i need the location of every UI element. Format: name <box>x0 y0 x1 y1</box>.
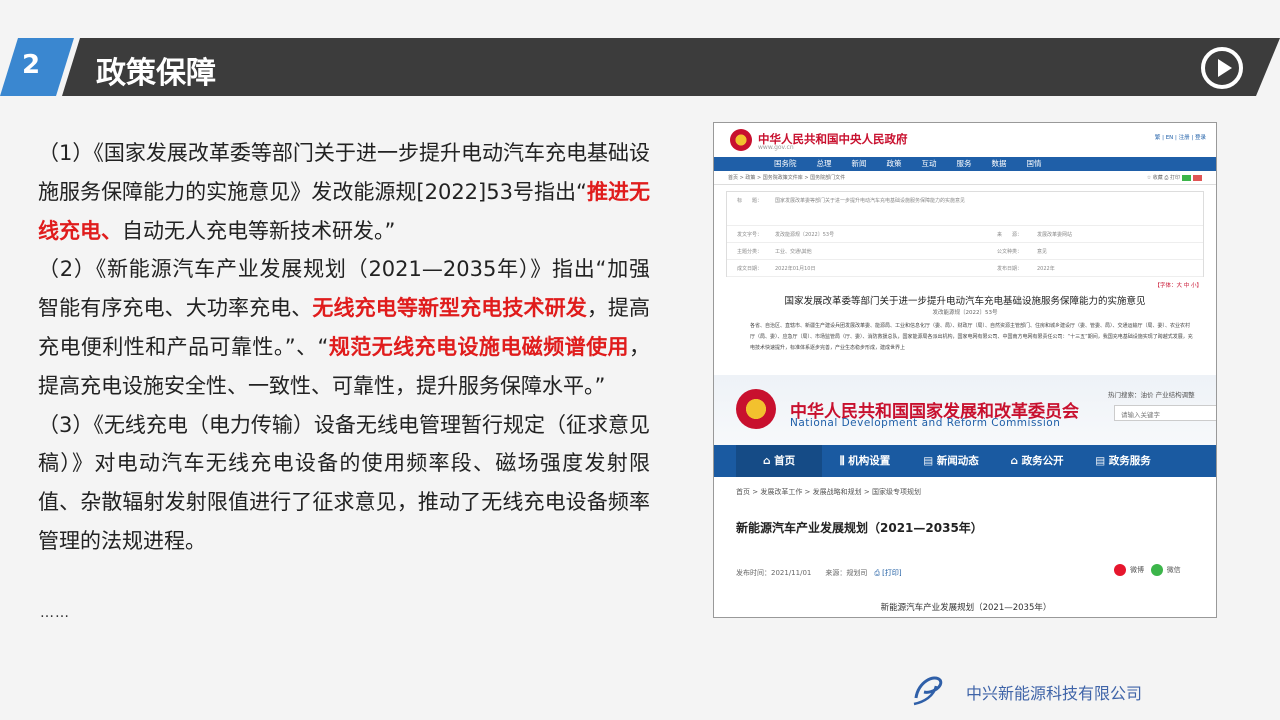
ndrc-nav-item[interactable]: ⌂ 首页 <box>736 445 822 477</box>
policy-paragraph: （2）《新能源汽车产业发展规划（2021—2035年）》指出“加强智能有序充电、… <box>38 250 650 405</box>
ndrc-breadcrumb: 首页 > 发展改革工作 > 发展战略和规划 > 国家级专项规划 <box>736 488 921 496</box>
meta-label: 来 源： <box>997 232 1023 238</box>
ndrc-header: 中华人民共和国国家发展和改革委员会 National Development a… <box>714 375 1216 445</box>
gov-nav-item[interactable]: 新闻 <box>852 157 867 171</box>
gov-nav-item[interactable]: 服务 <box>957 157 972 171</box>
meta-label: 主题分类： <box>737 249 763 255</box>
meta-label: 公文种类： <box>997 249 1023 255</box>
ndrc-nav-item[interactable]: ⫼ 机构设置 <box>822 445 908 477</box>
gov-doc-body: 各省、自治区、直辖市、新疆生产建设兵团发展改革委、能源局、工业和信息化厅（委、局… <box>750 323 1193 351</box>
share-icon <box>1193 174 1202 181</box>
gov-tools-text: ☆ 收藏 ⎙ 打印 <box>1146 175 1180 181</box>
ndrc-hot-search: 热门搜索：油价 产业结构调整 <box>1108 391 1195 399</box>
paragraph-text: （1）《国家发展改革委等部门关于进一步提升电动汽车充电基础设施服务保障能力的实施… <box>38 141 650 204</box>
ellipsis: …… <box>40 605 70 621</box>
ndrc-search-input[interactable]: 请输入关键字 <box>1114 405 1216 421</box>
policy-text: （1）《国家发展改革委等部门关于进一步提升电动汽车充电基础设施服务保障能力的实施… <box>38 134 650 561</box>
ndrc-publish-info: 发布时间：2021/11/01 来源：规划司 ⎙ [打印] <box>736 568 902 578</box>
weibo-label: 微博 <box>1130 566 1144 574</box>
meta-value: 2022年01月10日 <box>775 266 816 272</box>
gov-top-links: 繁 | EN | 注册 | 登录 <box>1154 135 1206 141</box>
ndrc-nav-item[interactable]: ⌂ 政务公开 <box>994 445 1080 477</box>
meta-value: 发改能源规〔2022〕53号 <box>775 232 835 238</box>
gov-nav: 国务院 总理 新闻 政策 互动 服务 数据 国情 <box>714 157 1216 171</box>
gov-breadcrumb: 首页 > 政策 > 国务院政策文件库 > 国务院部门文件 ☆ 收藏 ⎙ 打印 <box>714 171 1216 185</box>
policy-screenshot: 中华人民共和国中央人民政府 www.gov.cn 繁 | EN | 注册 | 登… <box>713 122 1217 618</box>
meta-value: 2022年 <box>1037 266 1055 272</box>
gov-breadcrumb-text: 首页 > 政策 > 国务院政策文件库 > 国务院部门文件 <box>728 175 846 181</box>
meta-value: 发展改革委网站 <box>1037 232 1073 238</box>
company-logo-icon <box>913 676 943 706</box>
gov-tools: ☆ 收藏 ⎙ 打印 <box>1147 171 1202 185</box>
meta-label: 发文字号： <box>737 232 763 238</box>
ndrc-article-title: 新能源汽车产业发展规划（2021—2035年） <box>736 521 983 535</box>
policy-paragraph: （3）《无线充电（电力传输）设备无线电管理暂行规定（征求意见稿）》对电动汽车无线… <box>38 406 650 561</box>
meta-value: 工业、交通\其他 <box>775 249 812 255</box>
ndrc-publish-text: 发布时间：2021/11/01 来源：规划司 <box>736 569 868 577</box>
national-emblem-icon <box>730 129 752 151</box>
gov-font-size: 【字体：大 中 小】 <box>1154 283 1203 289</box>
weibo-icon[interactable] <box>1114 564 1126 576</box>
ndrc-nav: ⌂ 首页 ⫼ 机构设置 ▤ 新闻动态 ⌂ 政务公开 ▤ 政务服务 <box>714 445 1216 477</box>
gov-meta-table: 标 题： 国家发展改革委等部门关于进一步提升电动汽车充电基础设施服务保障能力的实施… <box>726 191 1204 277</box>
meta-row: 主题分类： 工业、交通\其他 公文种类： 意见 <box>727 243 1203 260</box>
meta-label: 标 题： <box>737 198 763 204</box>
policy-paragraph: （1）《国家发展改革委等部门关于进一步提升电动汽车充电基础设施服务保障能力的实施… <box>38 134 650 250</box>
paragraph-text: 自动无人充电等新技术研发。” <box>122 218 396 243</box>
meta-row: 标 题： 国家发展改革委等部门关于进一步提升电动汽车充电基础设施服务保障能力的实施… <box>727 192 1203 226</box>
gov-nav-item[interactable]: 数据 <box>992 157 1007 171</box>
ndrc-nav-item[interactable]: ▤ 新闻动态 <box>908 445 994 477</box>
gov-nav-item[interactable]: 国务院 <box>774 157 797 171</box>
gov-nav-item[interactable]: 政策 <box>887 157 902 171</box>
highlight-text: 规范无线充电设施电磁频谱使用 <box>328 334 629 359</box>
section-number: 2 <box>22 50 41 80</box>
meta-label: 发布日期： <box>997 266 1023 272</box>
gov-doc-title: 国家发展改革委等部门关于进一步提升电动汽车充电基础设施服务保障能力的实施意见 <box>784 296 1146 307</box>
gov-nav-item[interactable]: 国情 <box>1027 157 1042 171</box>
play-icon[interactable] <box>1201 47 1243 89</box>
page-title: 政策保障 <box>96 56 216 91</box>
wechat-icon <box>1182 174 1191 181</box>
paragraph-text: （3）《无线充电（电力传输）设备无线电管理暂行规定（征求意见稿）》对电动汽车无线… <box>38 412 650 553</box>
ndrc-doc-heading: 新能源汽车产业发展规划（2021—2035年） <box>880 603 1052 613</box>
meta-label: 成文日期： <box>737 266 763 272</box>
gov-nav-item[interactable]: 互动 <box>922 157 937 171</box>
ndrc-share: 微博 微信 <box>1114 564 1181 576</box>
highlight-text: 无线充电等新型充电技术研发 <box>312 296 587 321</box>
meta-row: 成文日期： 2022年01月10日 发布日期： 2022年 <box>727 260 1203 277</box>
gov-site-domain: www.gov.cn <box>758 144 794 151</box>
meta-value: 国家发展改革委等部门关于进一步提升电动汽车充电基础设施服务保障能力的实施意见 <box>775 198 966 204</box>
ndrc-subtitle: National Development and Reform Commissi… <box>790 417 1061 429</box>
meta-row: 发文字号： 发改能源规〔2022〕53号 来 源： 发展改革委网站 <box>727 226 1203 243</box>
wechat-icon[interactable] <box>1150 564 1163 576</box>
company-name: 中兴新能源科技有限公司 <box>966 684 1143 703</box>
gov-header: 中华人民共和国中央人民政府 www.gov.cn 繁 | EN | 注册 | 登… <box>714 123 1216 157</box>
gov-nav-item[interactable]: 总理 <box>817 157 832 171</box>
national-emblem-icon <box>736 389 776 429</box>
header-bar <box>62 38 1280 96</box>
wechat-label: 微信 <box>1166 566 1181 574</box>
section-number-badge: 2 <box>0 38 74 96</box>
gov-doc-no: 发改能源规〔2022〕53号 <box>932 310 998 316</box>
ndrc-nav-item[interactable]: ▤ 政务服务 <box>1080 445 1166 477</box>
print-link[interactable]: ⎙ [打印] <box>874 569 901 577</box>
meta-value: 意见 <box>1037 249 1048 255</box>
